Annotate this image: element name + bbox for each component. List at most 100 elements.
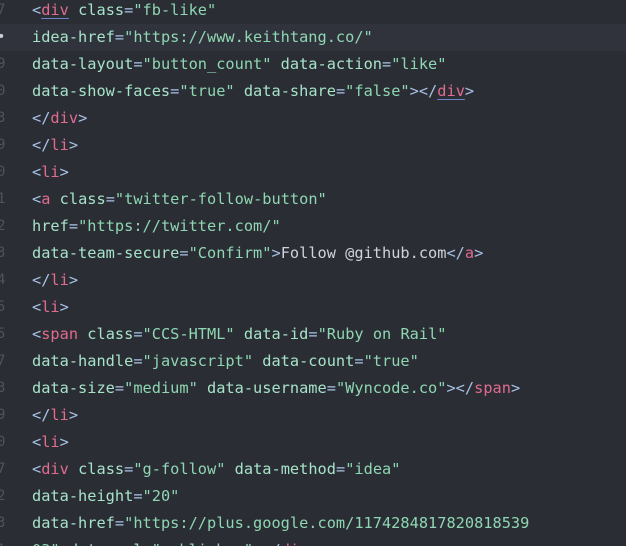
code-line[interactable]: 7 <div class="g-follow" data-method="idea… [0,456,626,483]
line-number: 3 [0,110,6,126]
code-line[interactable]: 2 href="https://twitter.com/" [0,213,626,240]
code-line[interactable]: 9 </li> [0,402,626,429]
code-token: "20" [142,487,180,505]
code-token: li [41,163,60,181]
code-token: < [32,163,42,181]
code-token: "like" [391,55,447,73]
code-line[interactable]: 3 data-size="medium" data-username="Wynco… [0,375,626,402]
code-token: </ [32,109,51,127]
code-text[interactable]: </div> [32,105,87,132]
code-line[interactable]: • idea-href="https://www.keithtang.co/" [0,24,626,51]
code-token: li [50,271,69,289]
code-token: "javascript" [142,352,254,370]
code-token: div [41,460,69,478]
code-text[interactable]: <li> [32,159,69,186]
code-line[interactable]: 5 <span class="CCS-HTML" data-id="Ruby on… [0,321,626,348]
code-line[interactable]: 4 </li> [0,267,626,294]
code-token: = [105,190,115,208]
code-text[interactable]: <li> [32,429,69,456]
code-token: class [68,460,125,478]
line-number: 2 [0,488,6,504]
code-line[interactable]: 0 data-show-faces="true" data-share="fals… [0,78,626,105]
code-line[interactable]: 1 03" data-rel="publisher"></div> [0,537,626,546]
code-token: data-show-faces [32,82,171,100]
code-text[interactable]: </li> [32,267,78,294]
code-token: span [41,325,79,343]
code-token: > [68,136,79,154]
code-token: data-share [234,82,336,100]
code-line[interactable]: 3 </div> [0,105,626,132]
code-text[interactable]: <a class="twitter-follow-button" [32,186,327,213]
code-token: data-id [234,325,309,343]
code-token: = [354,352,364,370]
code-line[interactable]: 3 data-href="https://plus.google.com/1174… [0,510,626,537]
code-token: "twitter-follow-button" [114,190,327,208]
code-text[interactable]: data-layout="button_count" data-action="… [32,51,446,78]
code-text[interactable]: <li> [32,294,69,321]
code-text[interactable]: </li> [32,132,78,159]
code-text[interactable]: data-team-secure="Confirm">Follow @githu… [32,240,483,267]
code-editor[interactable]: 7<div class="fb-like"•idea-href="https:/… [0,0,626,546]
code-token: > [308,541,317,546]
code-token: > [59,163,69,181]
line-number: 7 [0,2,6,18]
code-token: > [59,433,69,451]
code-line[interactable]: 7 data-handle="javascript" data-count="tr… [0,348,626,375]
code-token: = [114,379,125,397]
code-token: </ [32,271,51,289]
code-token: ></ [409,82,438,100]
code-line[interactable]: 3 data-team-secure="Confirm">Follow @gith… [0,240,626,267]
code-line[interactable]: 7 <div class="fb-like" [0,0,626,24]
code-text[interactable]: data-height="20" [32,483,179,510]
code-text[interactable]: <div class="fb-like" [32,0,216,24]
code-line[interactable]: 5 <li> [0,294,626,321]
code-line[interactable]: 0 <li> [0,159,626,186]
code-token: = [179,244,189,262]
code-line[interactable]: 2 data-height="20" [0,483,626,510]
code-token: class [50,190,106,208]
code-token: = [335,460,346,478]
code-token: "fb-like" [133,1,217,19]
code-text[interactable]: href="https://twitter.com/" [32,213,281,240]
code-token: < [32,298,42,316]
code-text[interactable]: data-href="https://plus.google.com/11742… [32,510,529,537]
code-line[interactable]: 0 <li> [0,429,626,456]
code-token: "Wyncode.co" [335,379,447,397]
code-text[interactable]: data-handle="javascript" data-count="tru… [32,348,419,375]
code-token: data-href [32,514,115,532]
code-token: > [510,379,521,397]
line-number: 4 [0,272,6,288]
code-token: = [133,487,143,505]
line-number: 5 [0,299,6,315]
code-line[interactable]: 1 <a class="twitter-follow-button" [0,186,626,213]
code-text[interactable]: data-size="medium" data-username="Wyncod… [32,375,520,402]
code-line[interactable]: 9 </li> [0,132,626,159]
line-number: 3 [0,515,6,531]
code-token: "true" [363,352,419,370]
code-token: div [41,1,69,19]
code-line[interactable]: 9 data-layout="button_count" data-action=… [0,51,626,78]
line-number: 9 [0,137,6,153]
code-token: "true" [179,82,235,100]
line-number: 1 [0,191,6,207]
code-token: = [124,1,134,19]
code-text[interactable]: data-show-faces="true" data-share="false… [32,78,474,105]
line-number: 5 [0,326,6,342]
line-number: 3 [0,245,6,261]
code-text[interactable]: <span class="CCS-HTML" data-id="Ruby on … [32,321,447,348]
code-token: data-height [32,487,134,505]
code-text[interactable]: 03" data-rel="publisher"></div> [32,537,318,546]
code-token: > [68,271,79,289]
code-token: href [32,217,69,235]
code-token: class [68,1,125,19]
code-text[interactable]: idea-href="https://www.keithtang.co/" [32,24,373,51]
code-token: li [41,298,60,316]
code-text[interactable]: <div class="g-follow" data-method="idea" [32,456,400,483]
code-token: = [170,82,180,100]
code-token: > [271,244,281,262]
line-number: 9 [0,56,6,72]
code-token: Follow @github.com [280,244,447,262]
code-text[interactable]: </li> [32,402,78,429]
line-number: 9 [0,407,6,423]
code-token: 03" [32,541,60,546]
